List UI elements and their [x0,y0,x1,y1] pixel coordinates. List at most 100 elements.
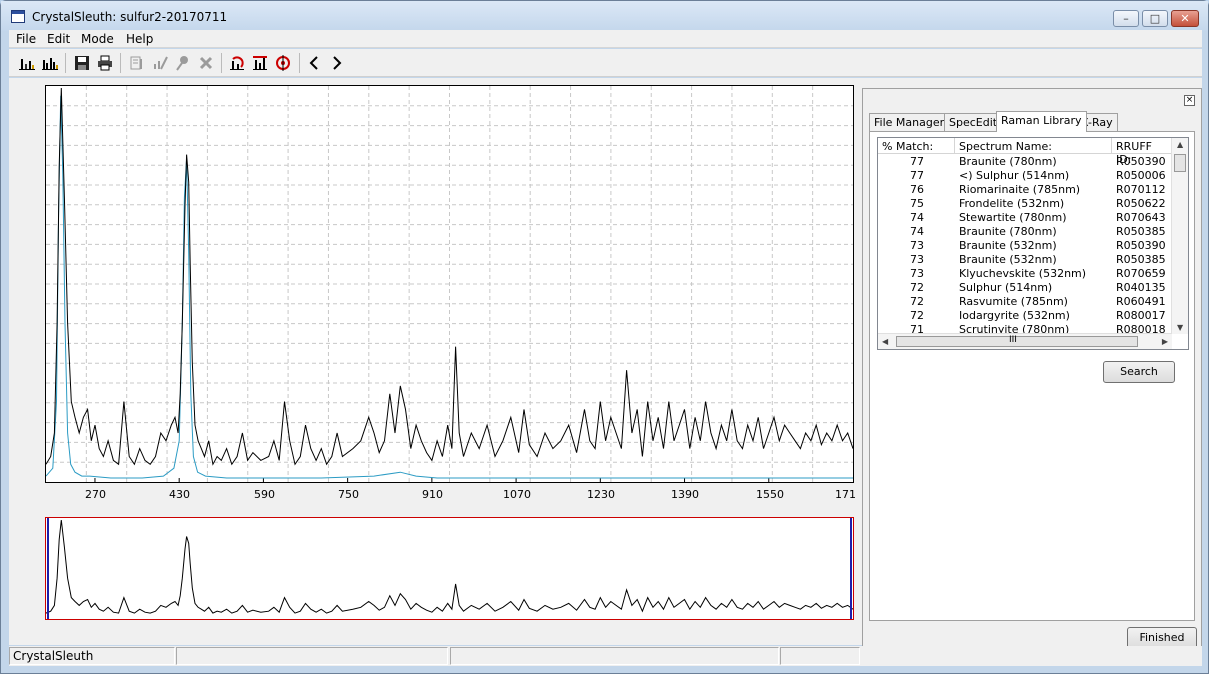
pin-icon [176,56,188,71]
horizontal-scrollbar[interactable]: ◀ III ▶ [878,333,1172,349]
series-line [45,95,853,479]
spectrum-view-button[interactable] [17,53,37,73]
menu-edit[interactable]: Edit [47,32,70,46]
list-item[interactable]: 76 Riomarinaite (785nm) R070112 [878,183,1172,197]
list-item[interactable]: 74 Braunite (780nm) R050385 [878,225,1172,239]
rruff-id: R070112 [1116,183,1166,196]
spectrum-name: Klyuchevskite (532nm) [959,267,1087,280]
close-button[interactable]: ✕ [1171,10,1199,27]
match-percent: 72 [910,295,924,308]
app-window: CrystalSleuth: sulfur2-20170711 – □ ✕ Fi… [0,0,1209,674]
maximize-button[interactable]: □ [1142,10,1168,27]
scroll-right-icon[interactable]: ▶ [1162,337,1168,346]
list-item[interactable]: 77 <) Sulphur (514nm) R050006 [878,169,1172,183]
raman-library-pane: % Match: Spectrum Name: RRUFF ID: 77 Brau… [869,131,1195,621]
overview-plot[interactable] [45,517,854,620]
minimize-button[interactable]: – [1113,10,1139,27]
spectrum-plot[interactable] [45,85,854,483]
rruff-id: R070659 [1116,267,1166,280]
match-list[interactable]: % Match: Spectrum Name: RRUFF ID: 77 Brau… [877,137,1189,350]
target-button[interactable] [273,53,293,73]
search-button[interactable]: Search [1103,361,1175,383]
multi-spectrum-icon [42,58,58,70]
print-button[interactable] [95,53,115,73]
list-item[interactable]: 77 Braunite (780nm) R050390 [878,155,1172,169]
spectrum-name: Braunite (780nm) [959,225,1057,238]
x-tick-label: 750 [338,488,359,501]
peak-fit-icon [253,56,267,70]
rruff-id: R050390 [1116,239,1166,252]
delete-button[interactable] [196,53,216,73]
column-header-match[interactable]: % Match: [878,138,955,154]
multi-spectrum-button[interactable] [40,53,60,73]
scroll-up-icon[interactable]: ▲ [1177,140,1183,149]
window-title: CrystalSleuth: sulfur2-20170711 [32,10,228,24]
menu-file[interactable]: File [16,32,36,46]
menu-mode[interactable]: Mode [81,32,114,46]
refresh-icon [230,56,244,70]
column-header-id[interactable]: RRUFF ID: [1112,138,1172,166]
vertical-scroll-thumb[interactable] [1174,154,1186,172]
tab-file-manager[interactable]: File Manager [869,113,950,132]
match-percent: 72 [910,309,924,322]
list-item[interactable]: 74 Stewartite (780nm) R070643 [878,211,1172,225]
menu-help[interactable]: Help [126,32,153,46]
vertical-scrollbar[interactable]: ▲ ▼ [1171,138,1188,334]
spectrum-name: Iodargyrite (532nm) [959,309,1070,322]
list-item[interactable]: 72 Sulphur (514nm) R040135 [878,281,1172,295]
match-percent: 77 [910,169,924,182]
edit-list-button[interactable] [127,53,147,73]
spectrum-name: Braunite (532nm) [959,239,1057,252]
refresh-button[interactable] [227,53,247,73]
spectrum-name: Stewartite (780nm) [959,211,1067,224]
list-item[interactable]: 73 Braunite (532nm) R050385 [878,253,1172,267]
column-header-name[interactable]: Spectrum Name: [955,138,1112,154]
list-item[interactable]: 72 Rasvumite (785nm) R060491 [878,295,1172,309]
spectrum-name: <) Sulphur (514nm) [959,169,1070,182]
rruff-id: R040135 [1116,281,1166,294]
edit-chart-button[interactable] [150,53,170,73]
match-percent: 73 [910,253,924,266]
match-percent: 75 [910,197,924,210]
minimize-icon: – [1123,12,1129,25]
next-button[interactable] [327,53,347,73]
title-bar[interactable]: CrystalSleuth: sulfur2-20170711 – □ ✕ [1,1,1208,31]
list-item[interactable]: 72 Iodargyrite (532nm) R080017 [878,309,1172,323]
overview-plot-canvas [45,518,854,619]
edit-list-icon [130,56,142,70]
x-tick-label: 1390 [671,488,699,501]
maximize-icon: □ [1149,12,1161,25]
x-tick-label: 171 [835,488,856,501]
peak-fit-button[interactable] [250,53,270,73]
menu-bar: File Edit Mode Help [9,30,1202,48]
workspace: 270 430 590 750 910 1070 1230 1390 1550 171 × Fil… [9,78,1202,665]
toolbar-separator [65,53,66,73]
list-item[interactable]: 75 Frondelite (532nm) R050622 [878,197,1172,211]
tab-specedit[interactable]: SpecEdit [944,113,1003,132]
match-percent: 73 [910,267,924,280]
close-icon: × [1185,95,1194,105]
save-button[interactable] [72,53,92,73]
x-tick-label: 1550 [756,488,784,501]
list-item[interactable]: 73 Braunite (532nm) R050390 [878,239,1172,253]
side-panel: × File Manager SpecEdit Raman Library X-… [862,88,1202,665]
spectrum-name: Frondelite (532nm) [959,197,1065,210]
horizontal-scroll-thumb[interactable]: III [896,335,1138,347]
x-tick-label: 910 [422,488,443,501]
rruff-id: R050006 [1116,169,1166,182]
print-icon [98,55,112,71]
match-percent: 73 [910,239,924,252]
spectrum-name: Rasvumite (785nm) [959,295,1068,308]
spectrum-name: Sulphur (514nm) [959,281,1053,294]
scroll-down-icon[interactable]: ▼ [1177,323,1183,332]
tab-raman-library[interactable]: Raman Library [996,111,1087,132]
toolbar [9,49,1202,77]
x-tick-label: 1070 [503,488,531,501]
previous-button[interactable] [304,53,324,73]
scroll-left-icon[interactable]: ◀ [882,337,888,346]
scroll-grip-icon: III [1009,335,1017,345]
pin-button[interactable] [173,53,193,73]
list-item[interactable]: 73 Klyuchevskite (532nm) R070659 [878,267,1172,281]
panel-close-button[interactable]: × [1184,95,1195,106]
target-icon [276,55,290,71]
